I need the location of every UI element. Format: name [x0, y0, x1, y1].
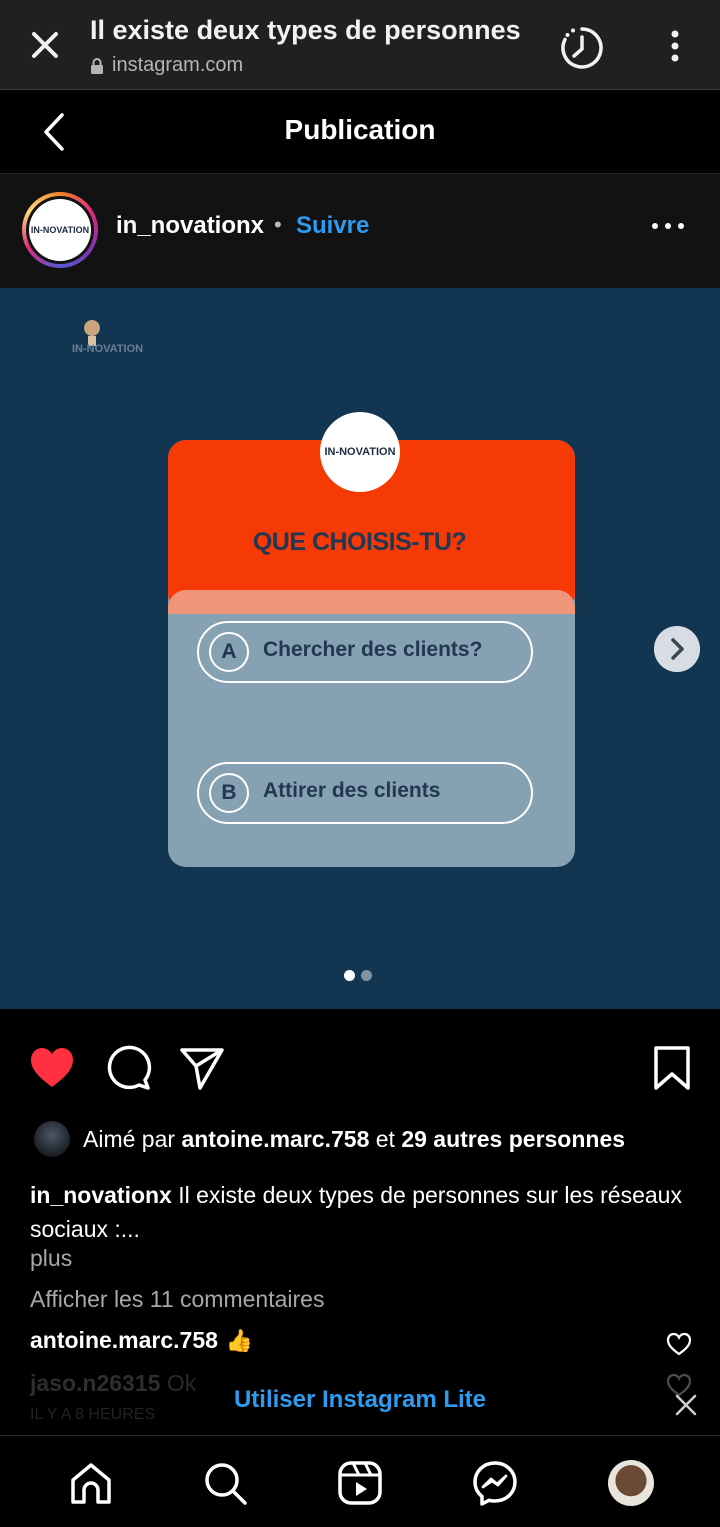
carousel-indicator [344, 970, 372, 981]
carousel-dot [361, 970, 372, 981]
post-image[interactable]: IN-NOVATION IN-NOVATION QUE CHOISIS-TU? … [0, 288, 720, 1009]
heart-icon[interactable] [28, 1044, 76, 1092]
close-icon[interactable] [673, 1392, 699, 1418]
avatar-border: IN-NOVATION [26, 196, 94, 264]
timer-icon[interactable] [558, 24, 606, 72]
browser-url: instagram.com [90, 54, 243, 77]
likes-middle: et [375, 1125, 395, 1152]
more-horiz-icon[interactable] [650, 220, 686, 232]
browser-toolbar: Il existe deux types de personnes instag… [0, 0, 720, 90]
caption-username[interactable]: in_novationx [30, 1182, 172, 1208]
profile-avatar[interactable] [608, 1460, 654, 1506]
liker-username[interactable]: antoine.marc.758 [181, 1126, 369, 1153]
home-icon[interactable] [68, 1460, 114, 1506]
next-slide-icon[interactable] [654, 626, 700, 672]
likes-summary[interactable]: Aimé par antoine.marc.758 et 29 autres p… [34, 1120, 625, 1158]
bookmark-icon[interactable] [648, 1044, 696, 1092]
app-header: Publication [0, 90, 720, 174]
svg-text:IN-NOVATION: IN-NOVATION [72, 343, 143, 355]
liker-avatar [34, 1121, 70, 1157]
view-comments-link[interactable]: Afficher les 11 commentaires [30, 1286, 324, 1313]
brand-logo: IN-NOVATION [72, 320, 143, 355]
like-comment-icon[interactable] [666, 1332, 692, 1356]
caption-more-link[interactable]: plus [30, 1245, 72, 1272]
bottom-navigation [0, 1435, 720, 1527]
option-letter: A [209, 632, 249, 672]
post-header: IN-NOVATION in_novationx • Suivre [0, 174, 720, 288]
likes-others[interactable]: 29 autres personnes [401, 1126, 625, 1153]
comment-item: antoine.marc.758 👍 [30, 1327, 253, 1354]
likes-prefix: Aimé par [83, 1125, 176, 1152]
search-icon[interactable] [202, 1460, 248, 1506]
url-text: instagram.com [112, 54, 244, 76]
browser-page-title: Il existe deux types de personnes [90, 15, 521, 45]
instagram-lite-banner[interactable]: Utiliser Instagram Lite [0, 1386, 720, 1414]
story-ring[interactable]: IN-NOVATION [22, 192, 98, 268]
option-text: Chercher des clients? [263, 638, 483, 661]
close-icon[interactable] [26, 26, 64, 64]
quiz-option-a: A Chercher des clients? [197, 621, 533, 683]
comment-text: 👍 [225, 1327, 254, 1353]
card-logo-badge: IN-NOVATION [320, 412, 400, 492]
follow-button[interactable]: Suivre [296, 212, 369, 240]
avatar: IN-NOVATION [29, 199, 91, 261]
quiz-option-b: B Attirer des clients [197, 762, 533, 824]
page-title: Publication [284, 114, 436, 145]
separator-dot: • [274, 212, 282, 237]
comment-username[interactable]: antoine.marc.758 [30, 1327, 218, 1354]
share-icon[interactable] [178, 1044, 226, 1092]
reels-icon[interactable] [337, 1460, 383, 1506]
carousel-dot-active [344, 970, 355, 981]
post-caption: in_novationx Il existe deux types de per… [30, 1178, 690, 1246]
card-divider-band [168, 590, 575, 614]
messenger-icon[interactable] [472, 1460, 518, 1506]
option-text: Attirer des clients [263, 779, 441, 802]
lock-icon [91, 57, 103, 74]
quiz-question: QUE CHOISIS-TU? [252, 528, 467, 556]
comment-icon[interactable] [104, 1044, 152, 1092]
more-vert-icon[interactable] [660, 26, 690, 66]
post-actions [0, 1009, 720, 1119]
post-username[interactable]: in_novationx [116, 212, 264, 240]
option-letter: B [209, 773, 249, 813]
